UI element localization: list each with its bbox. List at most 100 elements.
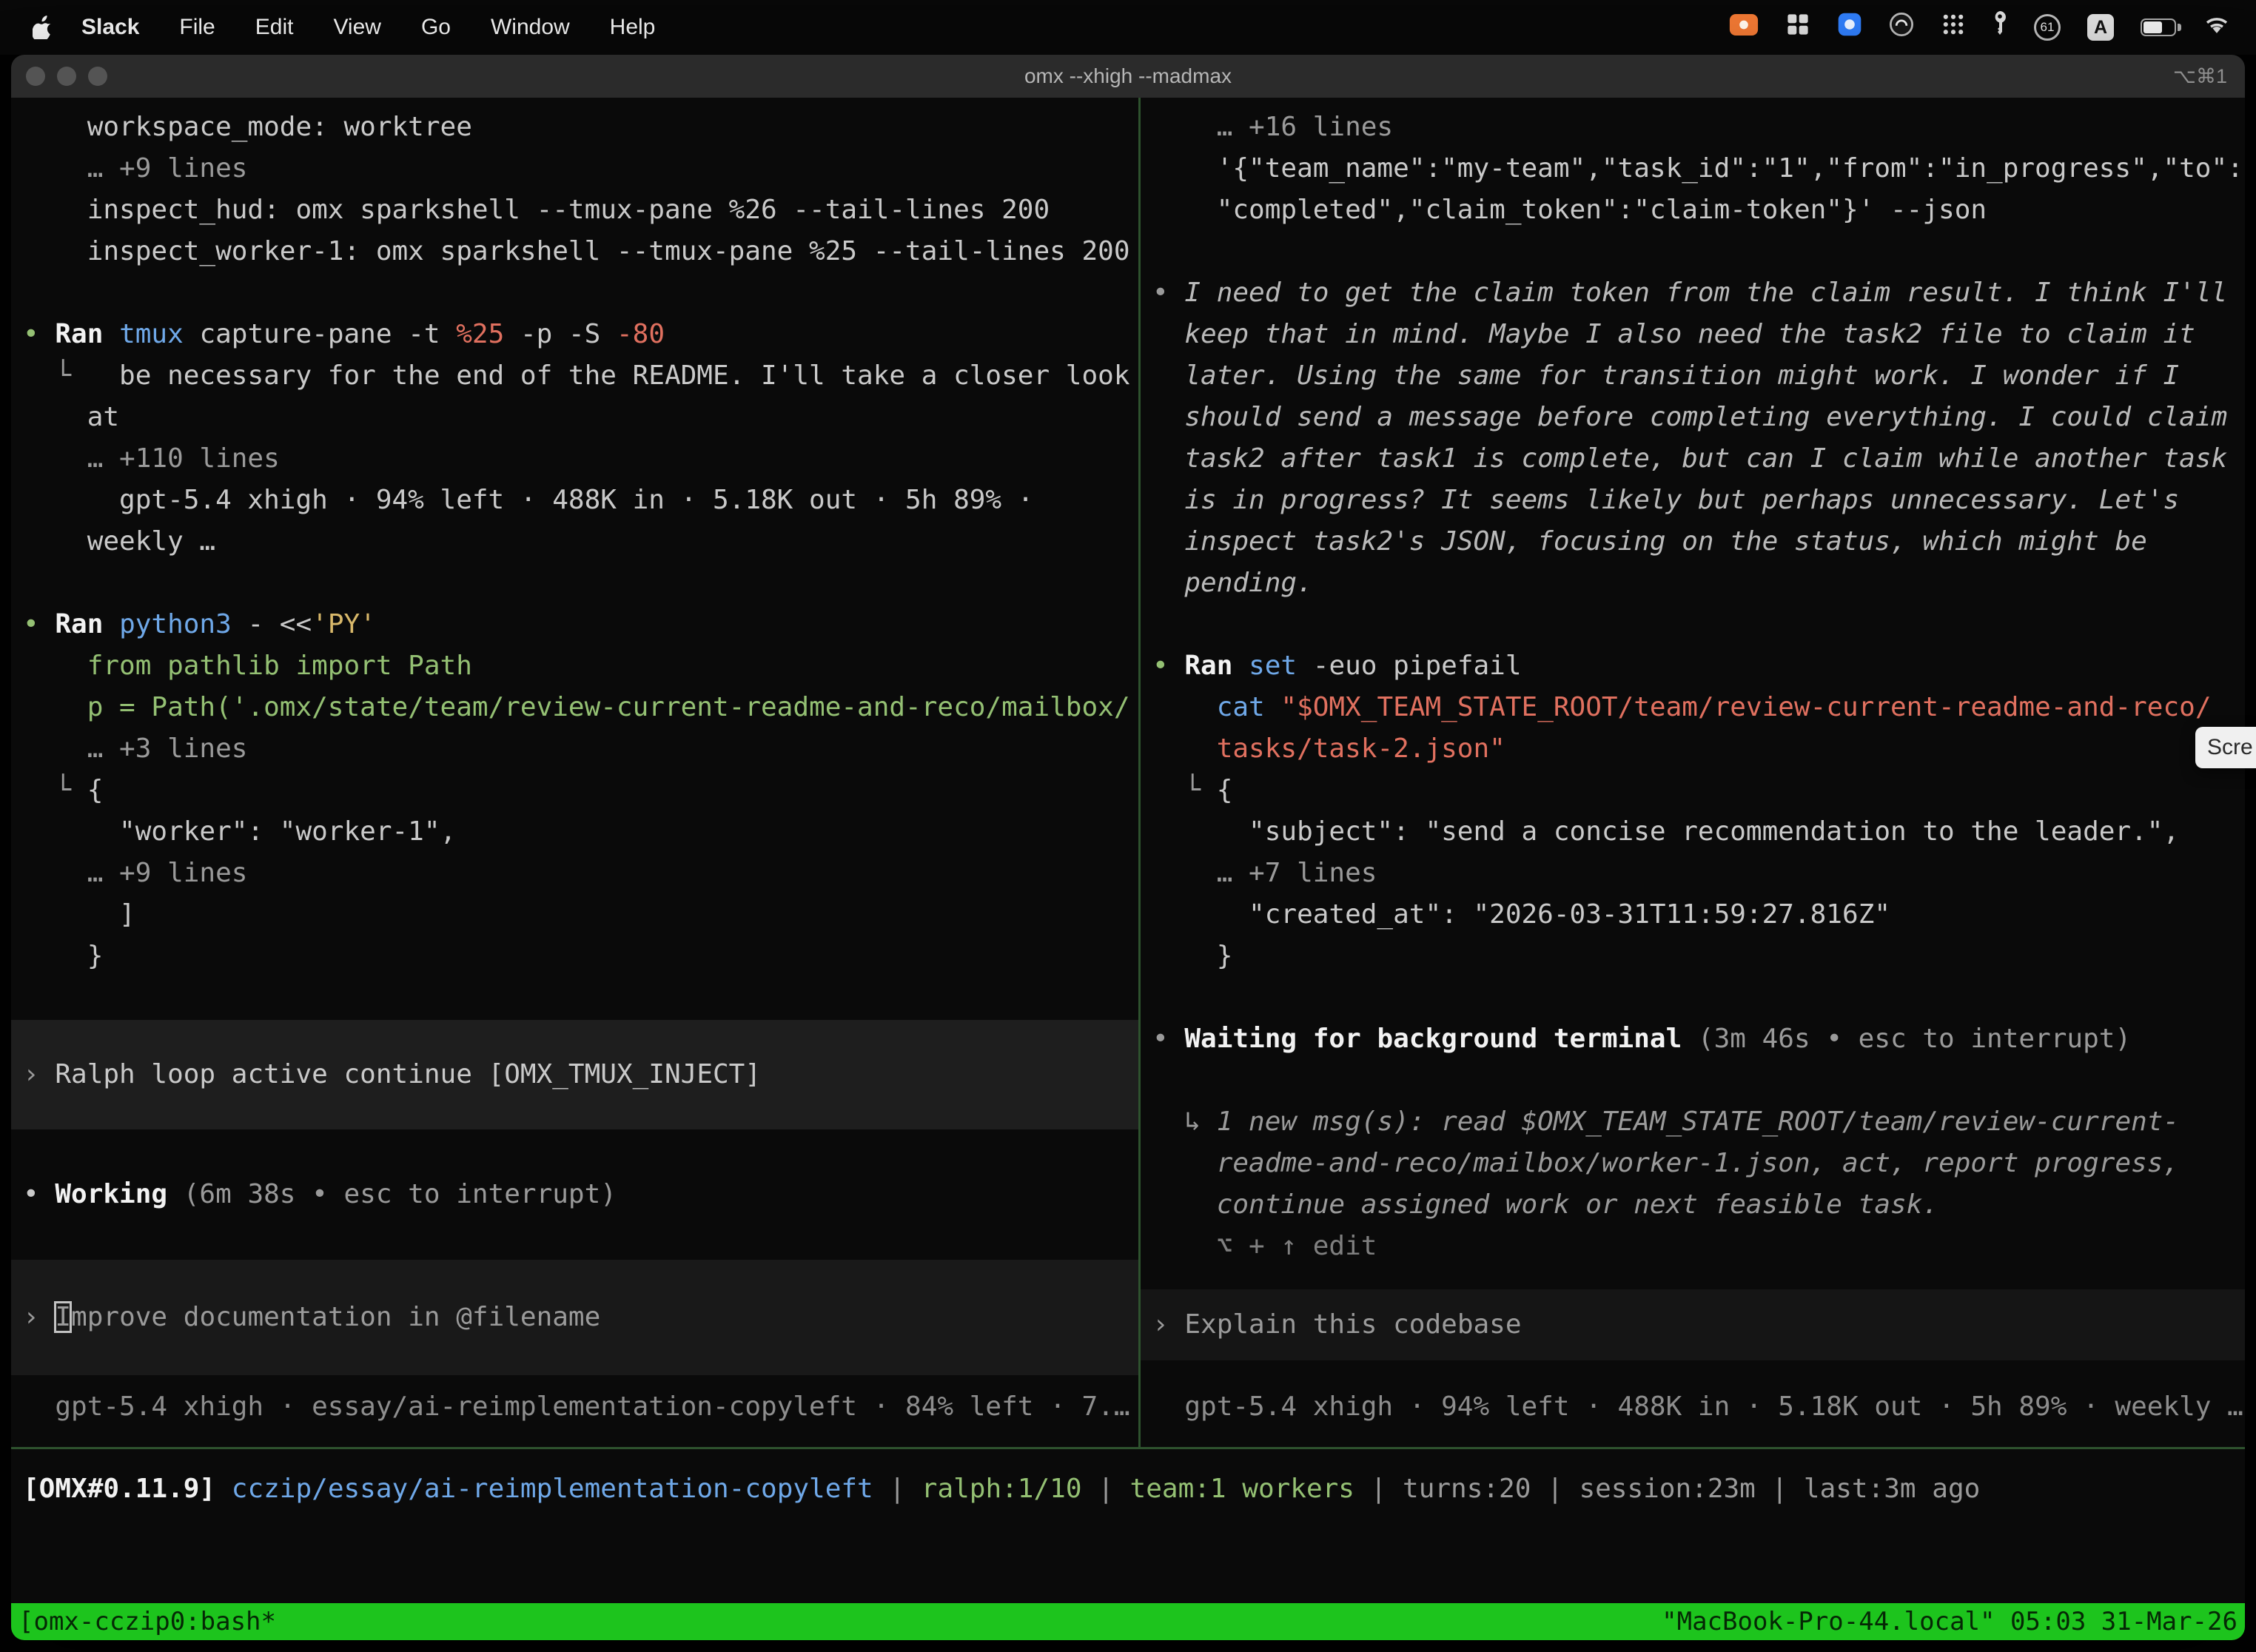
terminal-line xyxy=(1152,604,2242,645)
active-app-name[interactable]: Slack xyxy=(81,15,139,40)
menu-go[interactable]: Go xyxy=(421,15,451,40)
text-cursor: I xyxy=(55,1302,71,1332)
terminal-line: continue assigned work or next feasible … xyxy=(1152,1184,2242,1226)
traffic-lights xyxy=(26,67,107,86)
terminal-line: gpt-5.4 xhigh · 94% left · 488K in · 5.1… xyxy=(23,480,1135,521)
terminal-line: inspect task2's JSON, focusing on the st… xyxy=(1152,521,2242,563)
model-status-left: gpt-5.4 xhigh · essay/ai-reimplementatio… xyxy=(23,1386,1135,1428)
prompt-placeholder: mprove documentation in @filename xyxy=(71,1302,600,1332)
menu-edit[interactable]: Edit xyxy=(255,15,294,40)
omx-hud-statusline: [OMX#0.11.9] cczip/essay/ai-reimplementa… xyxy=(11,1449,2245,1510)
window-titlebar[interactable]: omx --xhigh --madmax ⌥⌘1 xyxy=(11,55,2245,98)
screenshot-toast[interactable]: Scre xyxy=(2195,727,2256,768)
terminal-line: ↳ 1 new msg(s): read $OMX_TEAM_STATE_ROO… xyxy=(1152,1101,2242,1143)
terminal-line: keep that in mind. Maybe I also need the… xyxy=(1152,314,2242,355)
terminal-line: … +110 lines xyxy=(23,438,1135,480)
terminal-line xyxy=(1152,1060,2242,1101)
terminal-line: } xyxy=(23,936,1135,977)
menu-file[interactable]: File xyxy=(179,15,215,40)
close-button[interactable] xyxy=(26,67,45,86)
terminal-line: • Ran python3 - <<'PY' xyxy=(23,604,1135,645)
battery-gauge-value: 61 xyxy=(2041,20,2055,35)
terminal-line: p = Path('.omx/state/team/review-current… xyxy=(23,687,1135,728)
macos-menubar: Slack File Edit View Go Window Help xyxy=(0,0,2256,55)
terminal-line: inspect_hud: omx sparkshell --tmux-pane … xyxy=(23,189,1135,231)
terminal-line xyxy=(1152,231,2242,272)
tmux-host-clock: "MacBook-Pro-44.local" 05:03 31-Mar-26 xyxy=(1662,1603,2237,1640)
terminal-line: └ be necessary for the end of the README… xyxy=(23,355,1135,397)
terminal-line: "subject": "send a concise recommendatio… xyxy=(1152,811,2242,853)
inject-banner: › Ralph loop active continue [OMX_TMUX_I… xyxy=(11,1020,1138,1129)
menu-window[interactable]: Window xyxy=(491,15,570,40)
key-icon[interactable] xyxy=(1993,11,2007,44)
menubar-status-icons: 61 A xyxy=(1729,11,2231,44)
assistant-icon[interactable] xyxy=(1889,12,1914,43)
terminal-line: … +7 lines xyxy=(1152,853,2242,894)
terminal-window: omx --xhigh --madmax ⌥⌘1 workspace_mode:… xyxy=(11,55,2245,1640)
terminal-line: pending. xyxy=(1152,563,2242,604)
tmux-pane-left[interactable]: workspace_mode: worktree … +9 lines insp… xyxy=(11,98,1138,1447)
menu-view[interactable]: View xyxy=(333,15,380,40)
terminal: workspace_mode: worktree … +9 lines insp… xyxy=(11,98,2245,1640)
terminal-line: "worker": "worker-1", xyxy=(23,811,1135,853)
terminal-line: • Ran set -euo pipefail xyxy=(1152,645,2242,687)
terminal-line: } xyxy=(1152,936,2242,977)
model-status-right: gpt-5.4 xhigh · 94% left · 488K in · 5.1… xyxy=(1152,1386,2242,1428)
terminal-line: cat "$OMX_TEAM_STATE_ROOT/team/review-cu… xyxy=(1152,687,2242,728)
zoom-button[interactable] xyxy=(88,67,107,86)
terminal-line: later. Using the same for transition mig… xyxy=(1152,355,2242,397)
terminal-line: ] xyxy=(23,894,1135,936)
terminal-line: … +9 lines xyxy=(23,853,1135,894)
tmux-pane-right[interactable]: … +16 lines '{"team_name":"my-team","tas… xyxy=(1141,98,2245,1447)
app-launcher-icon[interactable] xyxy=(1941,12,1966,43)
battery-icon[interactable] xyxy=(2141,19,2176,36)
screenshot-toast-label: Scre xyxy=(2207,735,2253,760)
terminal-line xyxy=(1152,977,2242,1018)
terminal-line: … +9 lines xyxy=(23,148,1135,189)
prompt-box-right[interactable]: › Explain this codebase xyxy=(1141,1289,2245,1360)
terminal-line: "created_at": "2026-03-31T11:59:27.816Z" xyxy=(1152,894,2242,936)
terminal-line: from pathlib import Path xyxy=(23,645,1135,687)
menu-items: File Edit View Go Window Help xyxy=(179,15,655,40)
minimize-button[interactable] xyxy=(57,67,76,86)
blue-app-icon[interactable] xyxy=(1837,12,1862,43)
input-source-icon[interactable]: A xyxy=(2087,14,2114,41)
prompt-line-right: › Explain this codebase xyxy=(1152,1304,2242,1346)
prompt-chevron: › xyxy=(23,1302,55,1332)
window-title: omx --xhigh --madmax xyxy=(11,64,2245,88)
terminal-line: readme-and-reco/mailbox/worker-1.json, a… xyxy=(1152,1143,2242,1184)
tmux-session-label: [omx-cczip0:bash* xyxy=(19,1603,276,1640)
prompt-line-left: › Improve documentation in @filename xyxy=(23,1297,1135,1338)
terminal-line: • I need to get the claim token from the… xyxy=(1152,272,2242,314)
screen-recording-icon[interactable] xyxy=(1729,13,1759,42)
window-grid-icon[interactable] xyxy=(1785,12,1810,43)
window-shortcut: ⌥⌘1 xyxy=(2173,65,2227,88)
terminal-line: at xyxy=(23,397,1135,438)
terminal-line: "completed","claim_token":"claim-token"}… xyxy=(1152,189,2242,231)
terminal-line: tasks/task-2.json" xyxy=(1152,728,2242,770)
apple-menu-icon[interactable] xyxy=(33,16,53,39)
terminal-line: is in progress? It seems likely but perh… xyxy=(1152,480,2242,521)
terminal-line: workspace_mode: worktree xyxy=(23,107,1135,148)
terminal-line: should send a message before completing … xyxy=(1152,397,2242,438)
working-status: • Working (6m 38s • esc to interrupt) xyxy=(23,1174,1135,1215)
prompt-box-left[interactable]: › Improve documentation in @filename xyxy=(11,1260,1138,1375)
wifi-icon[interactable] xyxy=(2203,13,2231,41)
tmux-status-bar: [omx-cczip0:bash* "MacBook-Pro-44.local"… xyxy=(11,1603,2245,1640)
terminal-line: ⌥ + ↑ edit xyxy=(1152,1226,2242,1267)
terminal-line xyxy=(23,272,1135,314)
terminal-line: └ { xyxy=(23,770,1135,811)
desktop: Slack File Edit View Go Window Help xyxy=(0,0,2256,1652)
battery-gauge-icon[interactable]: 61 xyxy=(2034,14,2061,41)
terminal-line: … +3 lines xyxy=(23,728,1135,770)
terminal-line: • Ran tmux capture-pane -t %25 -p -S -80 xyxy=(23,314,1135,355)
terminal-line: task2 after task1 is complete, but can I… xyxy=(1152,438,2242,480)
terminal-line: '{"team_name":"my-team","task_id":"1","f… xyxy=(1152,148,2242,189)
input-source-letter: A xyxy=(2094,17,2107,38)
inject-line: › Ralph loop active continue [OMX_TMUX_I… xyxy=(23,1054,1135,1095)
terminal-line xyxy=(23,563,1135,604)
terminal-line: … +16 lines xyxy=(1152,107,2242,148)
menu-help[interactable]: Help xyxy=(610,15,656,40)
terminal-line: inspect_worker-1: omx sparkshell --tmux-… xyxy=(23,231,1135,272)
tmux-panes: workspace_mode: worktree … +9 lines insp… xyxy=(11,98,2245,1447)
